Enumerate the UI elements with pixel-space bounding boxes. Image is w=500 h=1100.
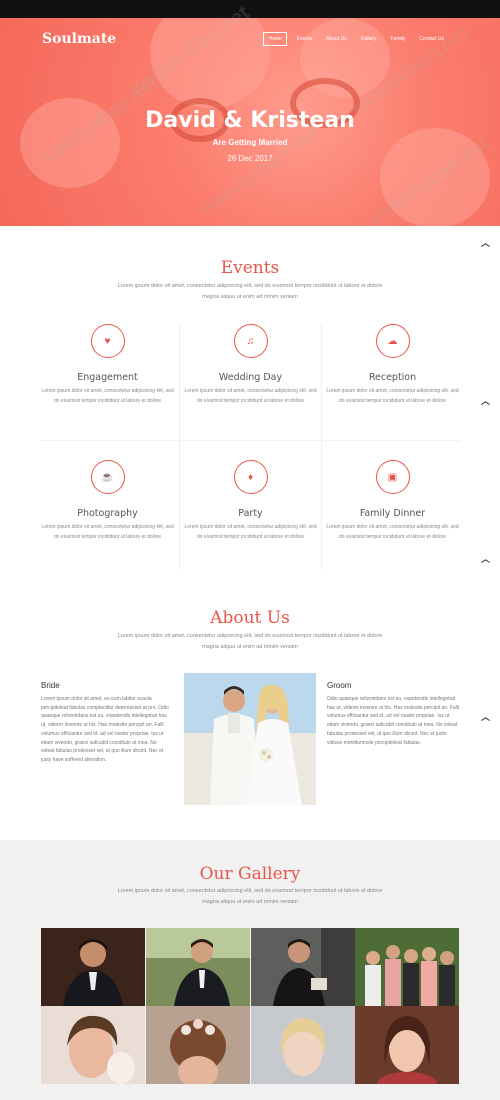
events-title: Events [220, 258, 280, 278]
event-photography: ☕ Photography Lorem ipsum dolor sit amet… [36, 460, 179, 542]
event-wedding-day: ♫ Wedding Day Lorem ipsum dolor sit amet… [179, 324, 322, 406]
event-name: Reception [368, 372, 417, 383]
gift-icon: ▣ [375, 460, 410, 494]
gallery-photo[interactable] [41, 928, 145, 1006]
event-party: ♦ Party Lorem ipsum dolor sit amet, cons… [179, 460, 322, 542]
nav-contact[interactable]: Contact Us [415, 33, 448, 45]
top-bar [0, 0, 500, 18]
bride-text: Lorem ipsum dolor sit amet, eu eum labit… [41, 696, 169, 763]
gallery-title: Our Gallery [199, 864, 301, 884]
hero-subtitle: Are Getting Married [212, 138, 288, 147]
nav-gallery[interactable]: Gallery [357, 33, 381, 45]
nav-home[interactable]: Home [263, 32, 287, 46]
main-nav: Home Events About Us Gallery Family Cont… [263, 32, 448, 46]
heart-icon: ♥ [90, 324, 125, 358]
groom-text: Odio quaeque reformidans est eu, expeten… [327, 696, 460, 746]
scroll-up-icon[interactable]: ︿ [481, 710, 490, 723]
events-desc: Lorem ipsum dolor sit amet, consectetur … [117, 283, 383, 300]
scroll-up-icon[interactable]: ︿ [481, 236, 490, 249]
event-text: Lorem ipsum dolor sit amet, consectetur … [326, 388, 459, 404]
event-text: Lorem ipsum dolor sit amet, consectetur … [41, 524, 174, 540]
event-text: Lorem ipsum dolor sit amet, consectetur … [184, 388, 317, 404]
glass-icon: ♦ [233, 460, 268, 494]
event-name: Party [238, 508, 263, 519]
groom-heading: Groom [327, 681, 352, 690]
scroll-up-icon[interactable]: ︿ [481, 552, 490, 565]
event-engagement: ♥ Engagement Lorem ipsum dolor sit amet,… [36, 324, 179, 406]
event-text: Lorem ipsum dolor sit amet, consectetur … [326, 524, 459, 540]
music-icon: ♫ [233, 324, 268, 358]
gallery-photo[interactable] [251, 928, 355, 1006]
about-title: About Us [210, 608, 290, 628]
gallery-photo[interactable] [41, 1006, 145, 1084]
bride-heading: Bride [41, 681, 60, 690]
gallery-photo[interactable] [355, 1006, 459, 1084]
scroll-up-icon[interactable]: ︿ [481, 394, 490, 407]
event-name: Family Dinner [359, 508, 426, 519]
hero-banner: Soulmate Home Events About Us Gallery Fa… [0, 18, 500, 226]
divider [40, 440, 460, 441]
cloud-icon: ☁ [375, 324, 410, 358]
event-text: Lorem ipsum dolor sit amet, consectetur … [184, 524, 317, 540]
event-text: Lorem ipsum dolor sit amet, consectetur … [41, 388, 174, 404]
hero-date: 26 Dec 2017 [227, 154, 273, 163]
gallery-photo[interactable] [146, 1006, 250, 1084]
brand-logo[interactable]: Soulmate [42, 31, 116, 47]
nav-events[interactable]: Events [293, 33, 316, 45]
hero-title: David & Kristean [145, 108, 355, 133]
cup-icon: ☕ [90, 460, 125, 494]
nav-family[interactable]: Family [387, 33, 410, 45]
gallery-desc: Lorem ipsum dolor sit amet, consectetur … [117, 888, 383, 905]
gallery-photo[interactable] [146, 928, 250, 1006]
event-name: Engagement [77, 372, 138, 383]
gallery-photo[interactable] [355, 928, 459, 1006]
nav-about[interactable]: About Us [322, 33, 351, 45]
gallery-photo[interactable] [251, 1006, 355, 1084]
about-desc: Lorem ipsum dolor sit amet, consectetur … [117, 633, 383, 650]
event-name: Photography [77, 508, 138, 519]
event-name: Wedding Day [218, 372, 283, 383]
event-family-dinner: ▣ Family Dinner Lorem ipsum dolor sit am… [321, 460, 464, 542]
event-reception: ☁ Reception Lorem ipsum dolor sit amet, … [321, 324, 464, 406]
couple-photo [184, 673, 316, 805]
